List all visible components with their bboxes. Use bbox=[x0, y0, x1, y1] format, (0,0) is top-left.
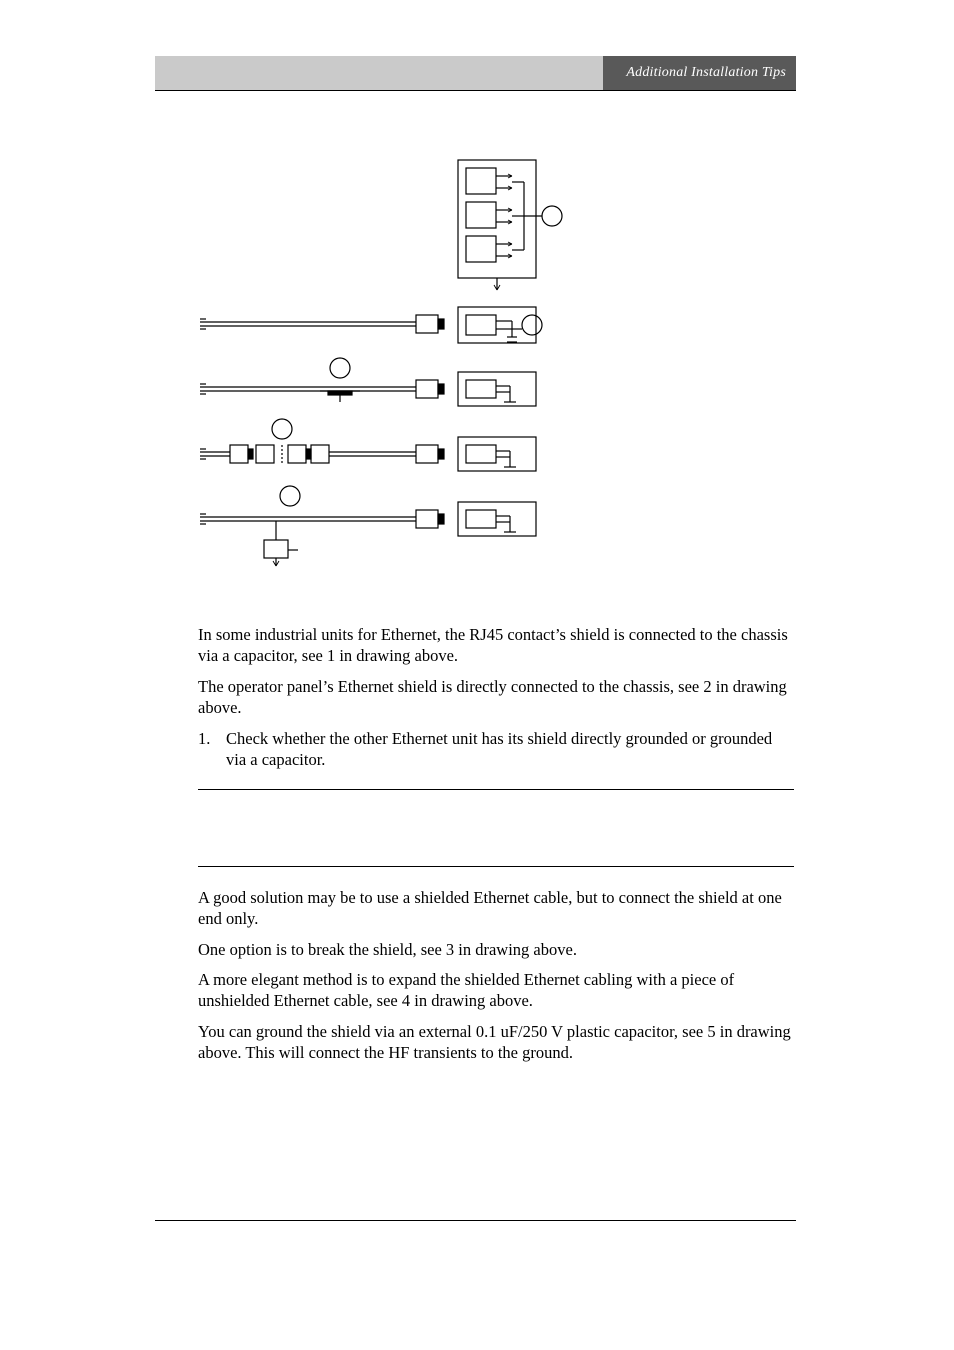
note-box bbox=[198, 789, 794, 867]
header-rule bbox=[155, 90, 796, 91]
paragraph-2: The operator panel’s Ethernet shield is … bbox=[198, 676, 794, 719]
paragraph-1: In some industrial units for Ethernet, t… bbox=[198, 624, 794, 667]
page: Additional Installation Tips bbox=[0, 0, 954, 1350]
ordered-list: 1. Check whether the other Ethernet unit… bbox=[198, 728, 794, 771]
wiring-diagram bbox=[200, 150, 800, 580]
paragraph-4: One option is to break the shield, see 3… bbox=[198, 939, 794, 960]
footer-rule bbox=[155, 1220, 796, 1221]
paragraph-3: A good solution may be to use a shielded… bbox=[198, 887, 794, 930]
body-text: In some industrial units for Ethernet, t… bbox=[198, 624, 794, 1073]
header-bar: Additional Installation Tips bbox=[155, 56, 796, 90]
paragraph-6: You can ground the shield via an externa… bbox=[198, 1021, 794, 1064]
list-text: Check whether the other Ethernet unit ha… bbox=[226, 728, 794, 771]
header-grey-block bbox=[155, 56, 603, 90]
paragraph-5: A more elegant method is to expand the s… bbox=[198, 969, 794, 1012]
list-item: 1. Check whether the other Ethernet unit… bbox=[198, 728, 794, 771]
list-number: 1. bbox=[198, 728, 226, 771]
header-title: Additional Installation Tips bbox=[603, 56, 796, 90]
